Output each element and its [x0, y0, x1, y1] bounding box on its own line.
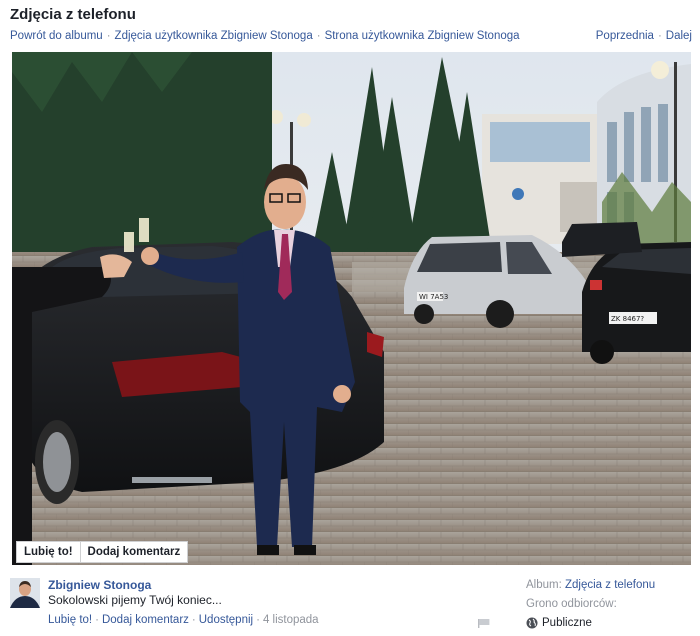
meta-separator: ·: [256, 614, 260, 626]
photo-caption: Sokolowski pijemy Twój koniec...: [48, 593, 222, 607]
audience-value: Publiczne: [542, 617, 592, 629]
share-link[interactable]: Udostępnij: [199, 614, 253, 626]
plate-left-text: WI 7A53: [419, 293, 448, 301]
globe-icon: [526, 617, 538, 629]
photo-image: WI 7A53 ZK 8467?: [12, 52, 691, 565]
audience-selector[interactable]: Publiczne: [526, 617, 655, 629]
avatar[interactable]: [10, 578, 40, 608]
photo-action-bar: Lubię to! Dodaj komentarz: [16, 541, 189, 563]
photo-details: Album: Zdjęcia z telefonu Grono odbiorcó…: [526, 579, 655, 636]
breadcrumb: Powrót do albumu · Zdjęcia użytkownika Zbi…: [10, 30, 520, 42]
meta-separator: ·: [95, 614, 99, 626]
photo-like-button[interactable]: Lubię to!: [16, 541, 81, 563]
breadcrumb-separator: ·: [106, 30, 111, 42]
album-row: Album: Zdjęcia z telefonu: [526, 579, 655, 591]
comment-link[interactable]: Dodaj komentarz: [102, 614, 189, 626]
pager-separator: ·: [657, 30, 662, 42]
user-photos-link[interactable]: Zdjęcia użytkownika Zbigniew Stonoga: [115, 30, 313, 42]
audience-label: Grono odbiorców:: [526, 598, 617, 610]
post-actions: Lubię to! · Dodaj komentarz · Udostępnij · 4 l…: [48, 614, 319, 626]
avatar-image: [10, 578, 40, 608]
album-link[interactable]: Zdjęcia z telefonu: [565, 579, 655, 591]
flag-icon[interactable]: [478, 619, 490, 628]
page-title: Zdjęcia z telefonu: [10, 6, 136, 23]
album-label: Album:: [526, 579, 562, 591]
photo-viewer[interactable]: WI 7A53 ZK 8467? Lubię to! Dodaj komentar…: [12, 52, 691, 565]
photo-pager: Poprzednia · Dalej: [596, 30, 692, 42]
back-to-album-link[interactable]: Powrót do albumu: [10, 30, 103, 42]
photo-comment-button[interactable]: Dodaj komentarz: [80, 541, 189, 563]
like-link[interactable]: Lubię to!: [48, 614, 92, 626]
meta-separator: ·: [191, 614, 196, 626]
breadcrumb-separator: ·: [316, 30, 321, 42]
plate-right-text: ZK 8467?: [611, 315, 644, 323]
next-photo-link[interactable]: Dalej: [666, 30, 692, 42]
post-date-link[interactable]: 4 listopada: [263, 614, 319, 626]
user-page-link[interactable]: Strona użytkownika Zbigniew Stonoga: [325, 30, 520, 42]
previous-photo-link[interactable]: Poprzednia: [596, 30, 654, 42]
author-name-link[interactable]: Zbigniew Stonoga: [48, 578, 151, 592]
